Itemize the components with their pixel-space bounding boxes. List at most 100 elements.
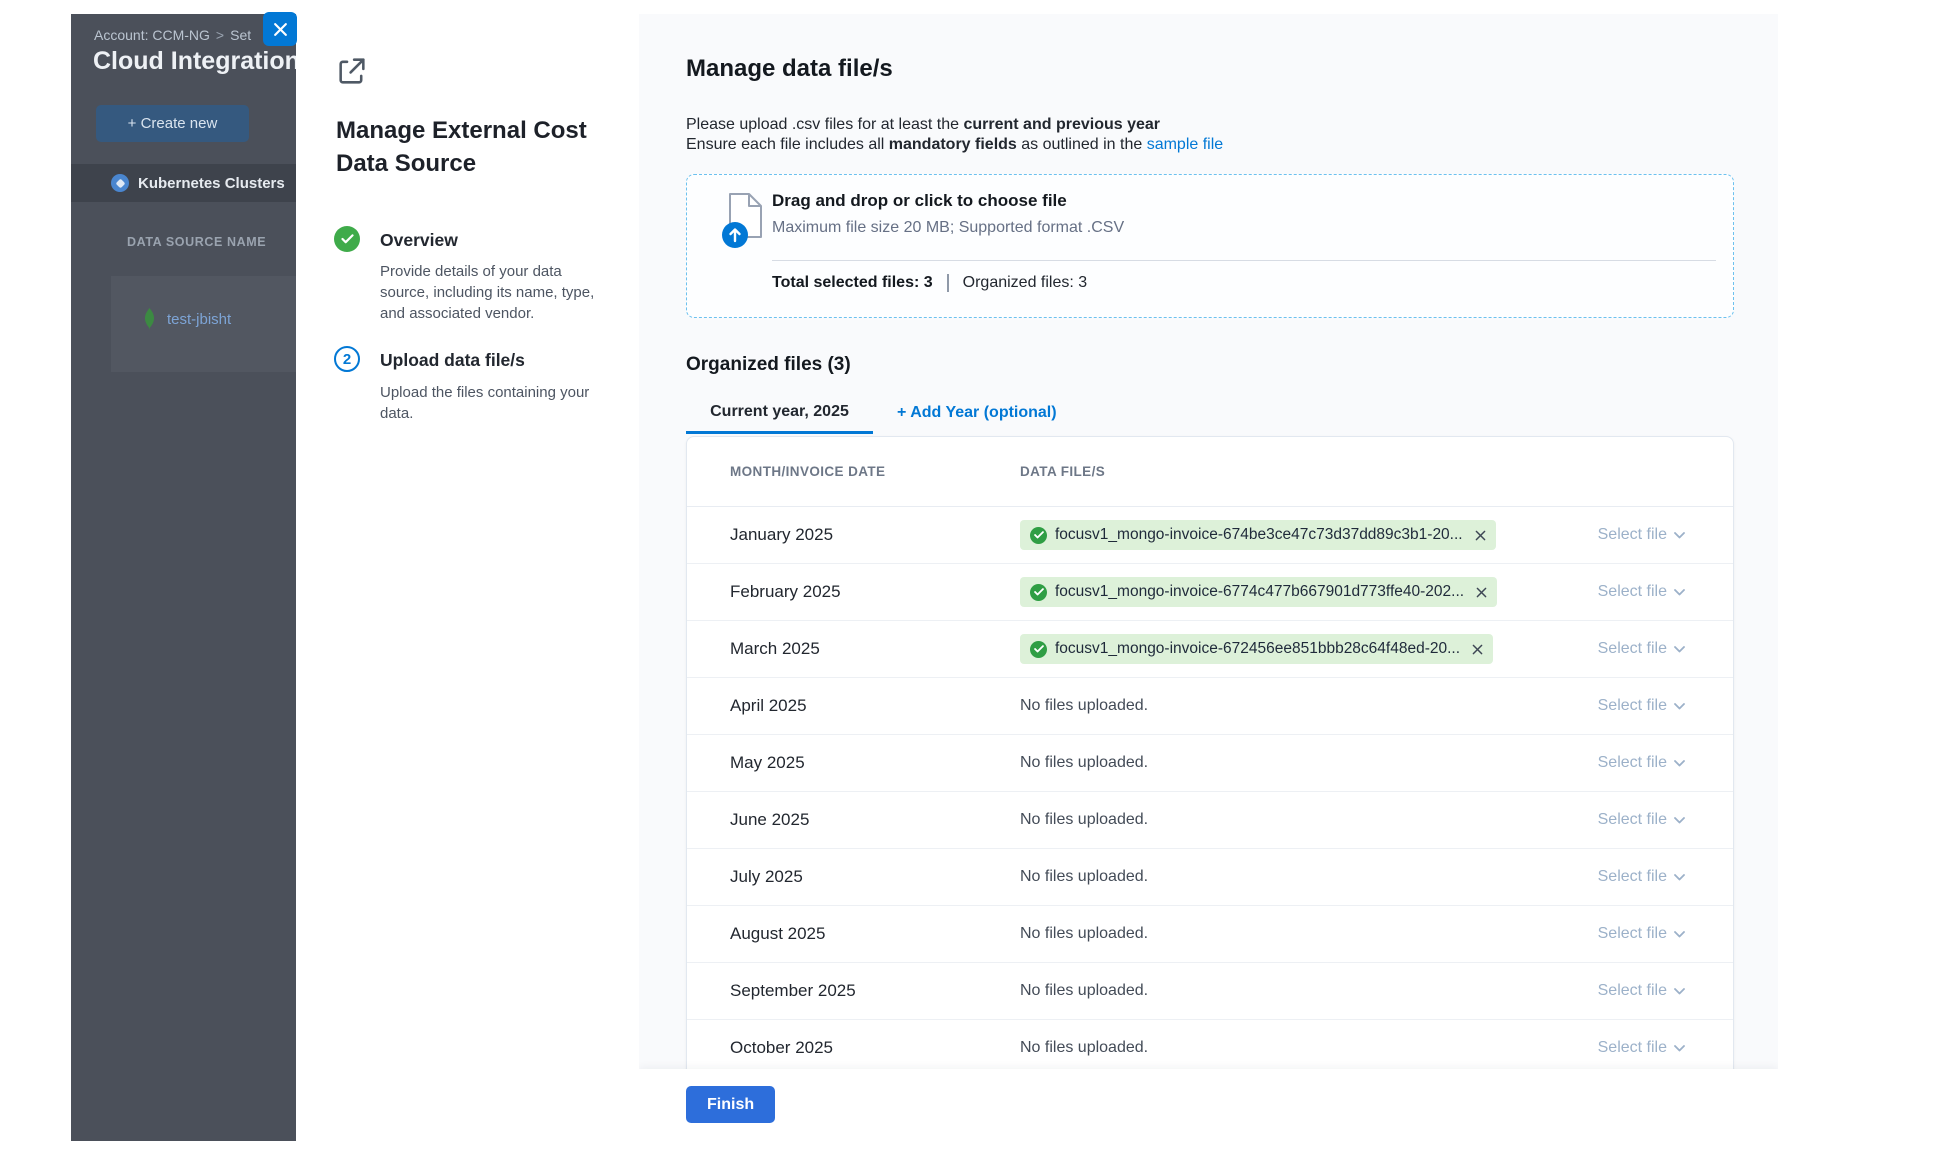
table-header-row: MONTH/INVOICE DATE DATA FILE/S — [687, 437, 1733, 507]
chevron-down-icon — [1674, 1045, 1685, 1052]
table-row: January 2025 focusv1_mongo-invoice-674be… — [687, 507, 1733, 564]
month-label: September 2025 — [730, 981, 1020, 1001]
background-page: Account: CCM-NG > Set Cloud Integration + … — [71, 14, 296, 1141]
no-files-label: No files uploaded. — [1020, 925, 1148, 942]
month-label: June 2025 — [730, 810, 1020, 830]
column-header-month: MONTH/INVOICE DATE — [730, 464, 1020, 479]
select-file-dropdown[interactable]: Select file — [1598, 697, 1685, 715]
month-label: October 2025 — [730, 1038, 1020, 1058]
file-name: focusv1_mongo-invoice-672456ee851bbb28c6… — [1055, 640, 1460, 658]
chevron-down-icon — [1674, 817, 1685, 824]
chevron-down-icon — [1674, 760, 1685, 767]
organized-files-count: Organized files: 3 — [963, 274, 1088, 292]
dropzone-file-counts: Total selected files: 3 Organized files:… — [772, 274, 1087, 292]
select-file-dropdown[interactable]: Select file — [1598, 640, 1685, 658]
close-icon — [273, 22, 288, 37]
dropzone-subtitle: Maximum file size 20 MB; Supported forma… — [772, 219, 1124, 237]
instruction-line1: Please upload .csv files for at least th… — [686, 116, 963, 133]
file-dropzone[interactable]: Drag and drop or click to choose file Ma… — [686, 174, 1734, 318]
chevron-down-icon — [1674, 988, 1685, 995]
finish-button[interactable]: Finish — [686, 1086, 775, 1123]
month-label: March 2025 — [730, 639, 1020, 659]
chevron-down-icon — [1674, 589, 1685, 596]
month-label: August 2025 — [730, 924, 1020, 944]
file-chip: focusv1_mongo-invoice-6774c477b667901d77… — [1020, 577, 1497, 607]
tab-current-year[interactable]: Current year, 2025 — [686, 392, 873, 434]
breadcrumb: Account: CCM-NG > Set — [94, 27, 251, 43]
data-source-name-link[interactable]: test-jbisht — [167, 311, 231, 328]
no-files-label: No files uploaded. — [1020, 982, 1148, 999]
breadcrumb-account-link[interactable]: Account: CCM-NG — [94, 27, 210, 43]
select-file-dropdown[interactable]: Select file — [1598, 754, 1685, 772]
mongodb-leaf-icon — [143, 308, 156, 330]
tab-kubernetes-clusters[interactable]: Kubernetes Clusters — [71, 164, 296, 202]
dropzone-divider — [772, 260, 1716, 261]
close-drawer-button[interactable] — [263, 12, 297, 46]
select-file-dropdown[interactable]: Select file — [1598, 526, 1685, 544]
table-row: August 2025 No files uploaded. Select fi… — [687, 906, 1733, 963]
file-chip: focusv1_mongo-invoice-672456ee851bbb28c6… — [1020, 634, 1493, 664]
month-label: May 2025 — [730, 753, 1020, 773]
remove-file-icon[interactable] — [1472, 644, 1483, 655]
chevron-down-icon — [1674, 703, 1685, 710]
wizard-stepper-panel: Manage External Cost Data Source Overvie… — [296, 14, 639, 1141]
file-name: focusv1_mongo-invoice-6774c477b667901d77… — [1055, 583, 1464, 601]
table-row: February 2025 focusv1_mongo-invoice-6774… — [687, 564, 1733, 621]
no-files-label: No files uploaded. — [1020, 868, 1148, 885]
create-new-button[interactable]: + Create new — [96, 105, 249, 142]
step-overview[interactable]: Overview — [380, 230, 458, 251]
month-label: July 2025 — [730, 867, 1020, 887]
no-files-label: No files uploaded. — [1020, 1039, 1148, 1056]
chevron-down-icon — [1674, 931, 1685, 938]
check-circle-icon — [1030, 527, 1047, 544]
kubernetes-icon — [111, 174, 129, 192]
manage-data-files-panel: Manage data file/s Please upload .csv fi… — [639, 14, 1778, 1141]
wizard-title: Manage External Cost Data Source — [336, 114, 594, 180]
select-file-dropdown[interactable]: Select file — [1598, 925, 1685, 943]
select-file-dropdown[interactable]: Select file — [1598, 583, 1685, 601]
table-row: September 2025 No files uploaded. Select… — [687, 963, 1733, 1020]
no-files-label: No files uploaded. — [1020, 811, 1148, 828]
external-link-icon — [335, 54, 369, 88]
organized-files-heading: Organized files (3) — [686, 354, 851, 376]
sample-file-link[interactable]: sample file — [1147, 136, 1223, 153]
screen: Account: CCM-NG > Set Cloud Integration + … — [0, 0, 1934, 1156]
select-file-dropdown[interactable]: Select file — [1598, 811, 1685, 829]
table-row: July 2025 No files uploaded. Select file — [687, 849, 1733, 906]
step-overview-description: Provide details of your data source, inc… — [380, 261, 598, 324]
add-year-button[interactable]: + Add Year (optional) — [897, 404, 1057, 422]
table-row: March 2025 focusv1_mongo-invoice-672456e… — [687, 621, 1733, 678]
check-circle-icon — [1030, 641, 1047, 658]
remove-file-icon[interactable] — [1475, 530, 1486, 541]
step-upload-description: Upload the files containing your data. — [380, 382, 598, 424]
chevron-down-icon — [1674, 646, 1685, 653]
step2-number-badge: 2 — [334, 346, 360, 372]
table-row: April 2025 No files uploaded. Select fil… — [687, 678, 1733, 735]
vertical-divider — [947, 274, 949, 292]
data-source-row[interactable]: test-jbisht — [143, 308, 231, 330]
month-label: February 2025 — [730, 582, 1020, 602]
select-file-dropdown[interactable]: Select file — [1598, 1039, 1685, 1057]
file-name: focusv1_mongo-invoice-674be3ce47c73d37dd… — [1055, 526, 1463, 544]
instruction-line2: Ensure each file includes all — [686, 136, 889, 153]
drawer-footer: Finish — [639, 1069, 1778, 1141]
step-upload-data-files[interactable]: Upload data file/s — [380, 350, 525, 371]
chevron-down-icon — [1674, 532, 1685, 539]
total-selected-files: Total selected files: 3 — [772, 274, 933, 292]
remove-file-icon[interactable] — [1476, 587, 1487, 598]
check-circle-icon — [1030, 584, 1047, 601]
dropzone-title: Drag and drop or click to choose file — [772, 191, 1067, 211]
select-file-dropdown[interactable]: Select file — [1598, 868, 1685, 886]
table-row: June 2025 No files uploaded. Select file — [687, 792, 1733, 849]
breadcrumb-separator: > — [216, 27, 224, 43]
page-title: Cloud Integration — [93, 47, 296, 76]
no-files-label: No files uploaded. — [1020, 697, 1148, 714]
month-label: April 2025 — [730, 696, 1020, 716]
check-icon — [341, 234, 354, 244]
step1-complete-icon — [334, 226, 360, 252]
panel-title: Manage data file/s — [686, 55, 893, 83]
breadcrumb-setup-link[interactable]: Set — [230, 27, 251, 43]
upload-file-icon — [717, 191, 777, 251]
monthly-files-table: MONTH/INVOICE DATE DATA FILE/S January 2… — [686, 436, 1734, 1078]
select-file-dropdown[interactable]: Select file — [1598, 982, 1685, 1000]
